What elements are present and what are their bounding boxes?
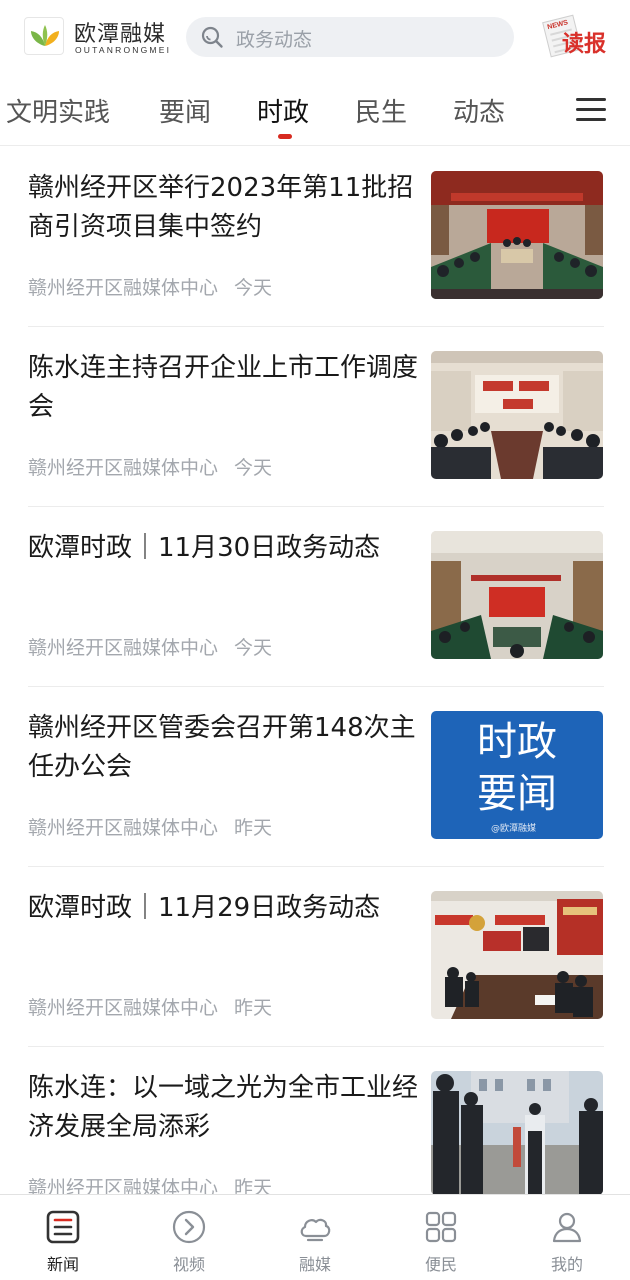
channel-tabs: 文明实践 要闻 时政 民生 动态 [0,74,630,146]
nav-profile-label: 我的 [550,1255,583,1274]
thumb-watermark: @欧潭融媒 [491,824,537,834]
logo-leaf-icon [24,17,64,55]
tab-dongtai[interactable]: 动态 [453,92,505,129]
news-time: 今天 [234,277,273,299]
news-title: 欧潭时政｜11月30日政务动态 [28,533,381,563]
nav-video[interactable]: 视频 [126,1195,252,1280]
news-icon [46,1210,80,1244]
nav-rongmei[interactable]: 融媒 [252,1195,378,1280]
news-title: 陈水连主持召开企业上市工作调度会 [28,353,419,422]
nav-news[interactable]: 新闻 [0,1195,126,1280]
nav-services[interactable]: 便民 [378,1195,504,1280]
news-meta: 赣州经开区融媒体中心 今天 [28,273,272,300]
news-item[interactable]: 陈水连主持召开企业上市工作调度会 赣州经开区融媒体中心 今天 [28,327,604,507]
cloud-icon [300,1218,331,1242]
news-item[interactable]: 赣州经开区管委会召开第148次主任办公会 赣州经开区融媒体中心 昨天 时政 要闻 … [28,687,604,867]
read-newspaper-label: 读报 [562,32,607,57]
news-meta: 赣州经开区融媒体中心 今天 [28,453,272,480]
logo-subtitle: OUTANRONGMEI [75,45,172,55]
logo-title: 欧潭融媒 [74,22,167,47]
news-meta: 赣州经开区融媒体中心 昨天 [28,813,272,840]
news-source: 赣州经开区融媒体中心 [28,997,219,1019]
news-thumbnail [431,171,603,299]
active-tab-indicator [278,134,292,139]
search-icon [201,26,223,48]
news-source: 赣州经开区融媒体中心 [28,637,219,659]
news-thumbnail [431,351,603,479]
news-time: 昨天 [234,997,273,1019]
news-item[interactable]: 欧潭时政｜11月29日政务动态 赣州经开区融媒体中心 昨天 [28,867,604,1047]
news-thumbnail [431,891,603,1019]
news-item[interactable]: 欧潭时政｜11月30日政务动态 赣州经开区融媒体中心 今天 [28,507,604,687]
user-icon [552,1212,582,1243]
tab-yaowen[interactable]: 要闻 [159,92,211,129]
news-title: 赣州经开区管委会召开第148次主任办公会 [28,713,416,782]
nav-video-label: 视频 [172,1255,205,1274]
bottom-nav: 新闻 视频 融媒 便民 我的 [0,1194,630,1280]
news-time: 今天 [234,457,273,479]
nav-news-label: 新闻 [46,1255,79,1274]
news-source: 赣州经开区融媒体中心 [28,277,219,299]
news-thumbnail-card: 时政 要闻 @欧潭融媒 [431,711,603,839]
read-newspaper-button[interactable]: NEWS 读报 [542,14,612,60]
news-thumbnail [431,531,603,659]
news-time: 今天 [234,637,273,659]
app-logo[interactable]: 欧潭融媒 OUTANRONGMEI [24,15,174,59]
search-placeholder: 政务动态 [236,29,313,51]
app-header: 欧潭融媒 OUTANRONGMEI 政务动态 NEWS 读报 [0,0,630,74]
thumb-text-line2: 要闻 [477,771,557,817]
grid-icon [425,1211,457,1243]
news-thumbnail [431,1071,603,1195]
news-item[interactable]: 赣州经开区举行2023年第11批招商引资项目集中签约 赣州经开区融媒体中心 今天 [28,147,604,327]
nav-services-label: 便民 [424,1255,457,1274]
thumb-text-line1: 时政 [477,719,557,765]
tab-minsheng[interactable]: 民生 [355,92,407,129]
news-source: 赣州经开区融媒体中心 [28,817,219,839]
news-title: 欧潭时政｜11月29日政务动态 [28,893,381,923]
tab-shizheng[interactable]: 时政 [257,92,309,129]
nav-rongmei-label: 融媒 [298,1255,331,1274]
news-time: 昨天 [234,817,273,839]
play-circle-icon [172,1210,206,1244]
news-meta: 赣州经开区融媒体中心 昨天 [28,993,272,1020]
news-source: 赣州经开区融媒体中心 [28,457,219,479]
menu-icon[interactable] [576,98,606,122]
news-title: 陈水连：以一域之光为全市工业经济发展全局添彩 [28,1073,419,1142]
search-bar[interactable]: 政务动态 [186,17,514,57]
nav-profile[interactable]: 我的 [504,1195,630,1280]
news-meta: 赣州经开区融媒体中心 今天 [28,633,272,660]
tab-wenming[interactable]: 文明实践 [6,92,110,129]
news-title: 赣州经开区举行2023年第11批招商引资项目集中签约 [28,173,414,242]
